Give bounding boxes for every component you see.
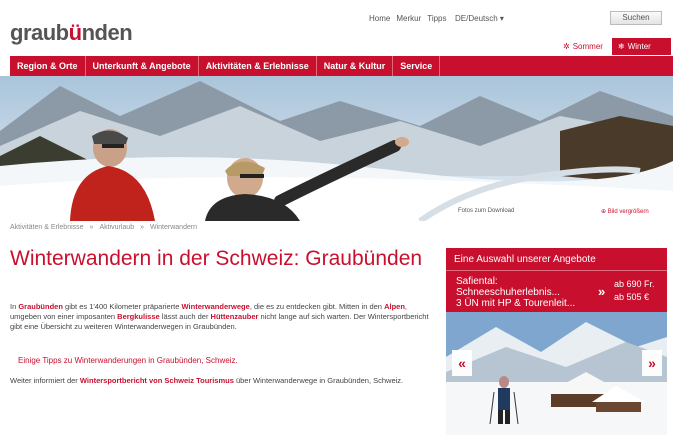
offer-price-chf: ab 690 Fr.: [614, 279, 655, 289]
hero-zoom-label: Bild vergrößern: [607, 209, 649, 215]
zoom-icon: ⊕: [601, 209, 607, 215]
breadcrumb-separator: »: [140, 224, 144, 231]
offer-name-link[interactable]: Safiental: Schneeschuherlebnis... 3 ÜN m…: [456, 276, 606, 309]
nav-item-aktivitaeten[interactable]: Aktivitäten & Erlebnisse: [199, 56, 317, 76]
intro-text: gibt es 1'400 Kilometer präparierte: [62, 302, 182, 311]
offer-price-eur: ab 505 €: [614, 292, 650, 302]
top-link-tipps[interactable]: Tipps: [427, 14, 446, 23]
snowflake-icon: ❄: [618, 42, 625, 51]
offer-name-line: Schneeschuherlebnis...: [456, 287, 560, 298]
language-selector[interactable]: DE/Deutsch ▾: [455, 14, 504, 23]
tab-winter-label: Winter: [627, 42, 651, 51]
site-logo[interactable]: graubünden: [10, 20, 133, 46]
breadcrumb: Aktivitäten & Erlebnisse » Aktivurlaub »…: [10, 224, 197, 231]
more-info-text: über Winterwanderwege in Graubünden, Sch…: [233, 376, 404, 385]
offer-box-title: Eine Auswahl unserer Angebote: [454, 254, 596, 265]
breadcrumb-item-aktivitaeten[interactable]: Aktivitäten & Erlebnisse: [10, 224, 84, 231]
breadcrumb-item-aktivurlaub[interactable]: Aktivurlaub: [99, 224, 134, 231]
intro-text: lässt auch der: [159, 312, 211, 321]
breadcrumb-item-current: Winterwandern: [150, 224, 198, 231]
tab-sommer-label: Sommer: [572, 42, 603, 51]
hero-image: Fotos zum Download ⊕ Bild vergrößern: [0, 76, 673, 221]
intro-highlight: Hüttenzauber: [210, 312, 259, 321]
nav-item-service[interactable]: Service: [393, 56, 441, 76]
season-tabs: ✲ Sommer ❄ Winter: [557, 38, 671, 55]
logo-text-2: nden: [81, 20, 133, 45]
offer-image[interactable]: [446, 312, 667, 435]
more-info-text: Weiter informiert der: [10, 376, 80, 385]
offer-next-button[interactable]: »: [642, 350, 662, 376]
hero-zoom-link[interactable]: ⊕ Bild vergrößern: [598, 207, 652, 216]
search-button[interactable]: Suchen: [610, 11, 662, 25]
wintersportbericht-link[interactable]: Wintersportbericht von Schweiz Tourismus: [80, 376, 234, 385]
offer-name-line: 3 ÜN mit HP & Tourenleit...: [456, 298, 576, 309]
intro-text: , die es zu entdecken gibt. Mitten in de…: [249, 302, 385, 311]
intro-highlight: Alpen: [384, 302, 405, 311]
logo-accent: ü: [68, 20, 82, 45]
offer-prev-button[interactable]: «: [452, 350, 472, 376]
more-info-paragraph: Weiter informiert der Wintersportbericht…: [10, 376, 430, 386]
tab-winter[interactable]: ❄ Winter: [612, 38, 671, 55]
sun-icon: ✲: [563, 42, 570, 51]
main-nav: Region & Orte Unterkunft & Angebote Akti…: [10, 56, 673, 76]
top-link-merkur[interactable]: Merkur: [396, 14, 421, 23]
offer-name-line: Safiental:: [456, 276, 498, 287]
tab-sommer[interactable]: ✲ Sommer: [557, 38, 612, 55]
offer-arrow-icon[interactable]: »: [598, 284, 605, 299]
intro-highlight: Bergkulisse: [117, 312, 160, 321]
intro-highlight: Graubünden: [18, 302, 63, 311]
logo-text-1: graub: [10, 20, 69, 45]
nav-item-region[interactable]: Region & Orte: [10, 56, 86, 76]
offer-divider: [446, 270, 667, 271]
nav-item-natur[interactable]: Natur & Kultur: [317, 56, 394, 76]
top-links: Home Merkur Tipps: [369, 14, 447, 23]
page-title: Winterwandern in der Schweiz: Graubünden: [10, 247, 423, 270]
offer-box: Eine Auswahl unserer Angebote Safiental:…: [446, 248, 667, 435]
top-link-home[interactable]: Home: [369, 14, 390, 23]
intro-paragraph: In Graubünden gibt es 1'400 Kilometer pr…: [10, 302, 440, 332]
site-header: graubünden Home Merkur Tipps DE/Deutsch …: [0, 0, 673, 56]
nav-item-unterkunft[interactable]: Unterkunft & Angebote: [86, 56, 199, 76]
tips-link[interactable]: Einige Tipps zu Winterwanderungen in Gra…: [18, 356, 238, 365]
hero-credit-link[interactable]: Fotos zum Download: [455, 207, 518, 215]
intro-highlight: Winterwanderwege: [181, 302, 250, 311]
breadcrumb-separator: »: [89, 224, 94, 231]
